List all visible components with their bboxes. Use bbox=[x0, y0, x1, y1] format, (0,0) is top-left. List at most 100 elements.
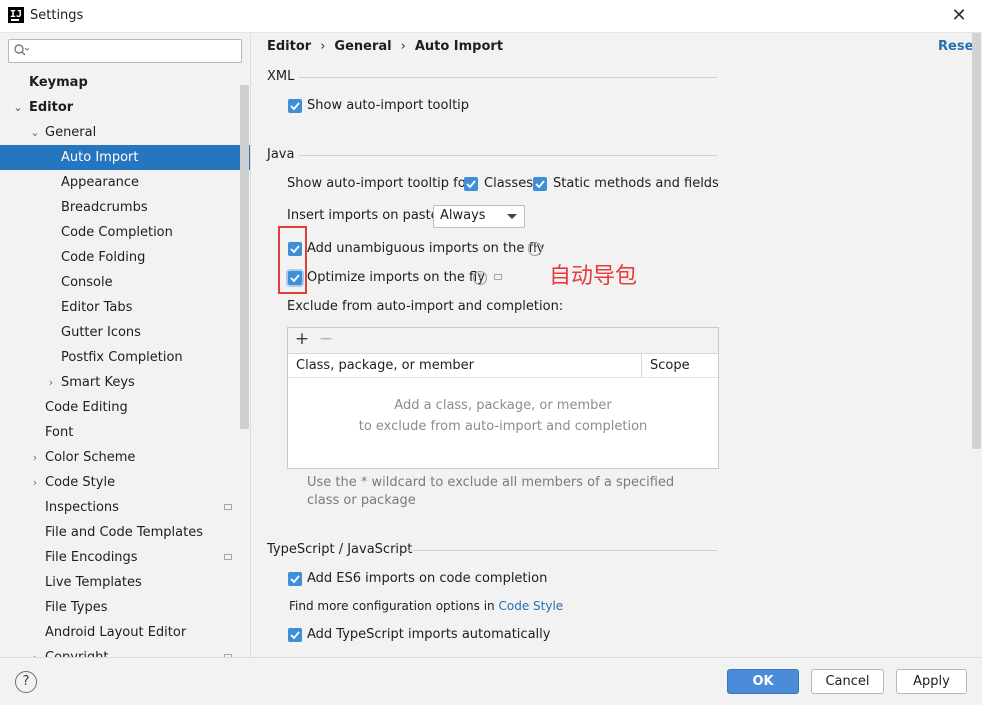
sidebar-item-label: Code Completion bbox=[61, 225, 173, 240]
show-tooltip-xml-checkbox[interactable] bbox=[288, 99, 302, 113]
search-icon bbox=[14, 44, 29, 56]
chevron-right-icon[interactable]: › bbox=[29, 445, 41, 470]
tooltip-for-label: Show auto-import tooltip for: bbox=[287, 176, 476, 191]
remove-icon[interactable]: − bbox=[318, 329, 334, 349]
sidebar-item-label: Color Scheme bbox=[45, 450, 136, 465]
sidebar-item-label: Android Layout Editor bbox=[45, 625, 187, 640]
sidebar-item-label: Inspections bbox=[45, 500, 119, 515]
sidebar-item-code-editing[interactable]: Code Editing bbox=[0, 395, 250, 420]
dialog-button-bar: ? OK Cancel Apply bbox=[0, 657, 982, 705]
breadcrumb-item-auto-import: Auto Import bbox=[414, 39, 504, 54]
sidebar-item-label: Breadcrumbs bbox=[61, 200, 148, 215]
sidebar-item-color-scheme[interactable]: › Color Scheme bbox=[0, 445, 250, 470]
annotation-highlight-box bbox=[278, 226, 307, 294]
sidebar-item-editor-tabs[interactable]: Editor Tabs bbox=[0, 295, 250, 320]
sidebar-item-label: Appearance bbox=[61, 175, 140, 190]
sidebar-item-live-templates[interactable]: Live Templates bbox=[0, 570, 250, 595]
section-divider bbox=[299, 77, 717, 78]
static-methods-label: Static methods and fields bbox=[553, 176, 719, 191]
window-title: Settings bbox=[30, 8, 84, 23]
sidebar-item-android-layout-editor[interactable]: Android Layout Editor bbox=[0, 620, 250, 645]
code-style-link[interactable]: Code Style bbox=[499, 599, 564, 613]
sidebar-scrollbar[interactable] bbox=[240, 85, 249, 429]
sidebar-item-file-encodings[interactable]: File Encodings bbox=[0, 545, 250, 570]
sidebar-item-code-style[interactable]: › Code Style bbox=[0, 470, 250, 495]
optimize-imports-label: Optimize imports on the fly bbox=[307, 270, 485, 285]
sidebar-item-auto-import[interactable]: Auto Import bbox=[0, 145, 250, 170]
checkmark-icon bbox=[290, 631, 300, 640]
settings-sidebar: Keymap ⌄ Editor ⌄ General Auto Import Appearan… bbox=[0, 33, 250, 657]
es6-imports-checkbox[interactable] bbox=[288, 572, 302, 586]
sidebar-item-gutter-icons[interactable]: Gutter Icons bbox=[0, 320, 250, 345]
sidebar-item-general[interactable]: ⌄ General bbox=[0, 120, 250, 145]
add-unambiguous-label: Add unambiguous imports on the fly bbox=[307, 241, 545, 256]
sidebar-item-code-completion[interactable]: Code Completion bbox=[0, 220, 250, 245]
add-icon[interactable]: + bbox=[294, 329, 310, 349]
sidebar-item-postfix-completion[interactable]: Postfix Completion bbox=[0, 345, 250, 370]
column-separator bbox=[641, 354, 642, 377]
ts-imports-checkbox[interactable] bbox=[288, 628, 302, 642]
breadcrumb-item-editor: Editor bbox=[267, 39, 312, 54]
title-bar: IJ Settings ✕ bbox=[0, 0, 982, 33]
sidebar-item-console[interactable]: Console bbox=[0, 270, 250, 295]
sidebar-item-label: Smart Keys bbox=[61, 375, 135, 390]
sidebar-item-breadcrumbs[interactable]: Breadcrumbs bbox=[0, 195, 250, 220]
exclude-label: Exclude from auto-import and completion: bbox=[287, 299, 564, 314]
checkmark-icon bbox=[535, 180, 545, 189]
sidebar-item-inspections[interactable]: Inspections bbox=[0, 495, 250, 520]
chevron-right-icon[interactable]: › bbox=[45, 370, 57, 395]
cancel-button[interactable]: Cancel bbox=[811, 669, 884, 694]
apply-button[interactable]: Apply bbox=[896, 669, 967, 694]
sidebar-item-appearance[interactable]: Appearance bbox=[0, 170, 250, 195]
sidebar-item-label: Editor bbox=[29, 100, 74, 115]
chevron-down-icon[interactable]: ⌄ bbox=[29, 120, 41, 145]
sidebar-item-file-types[interactable]: File Types bbox=[0, 595, 250, 620]
ok-button[interactable]: OK bbox=[727, 669, 799, 694]
checkmark-icon bbox=[290, 575, 300, 584]
chevron-down-icon[interactable]: ⌄ bbox=[12, 95, 24, 120]
column-header-class[interactable]: Class, package, or member bbox=[296, 358, 474, 373]
breadcrumb-separator: › bbox=[400, 39, 406, 54]
section-divider bbox=[407, 550, 717, 551]
chevron-right-icon[interactable]: › bbox=[29, 645, 41, 657]
search-input[interactable] bbox=[8, 39, 242, 63]
sidebar-item-font[interactable]: Font bbox=[0, 420, 250, 445]
project-scope-icon bbox=[224, 504, 232, 510]
insert-on-paste-select[interactable]: Always bbox=[433, 205, 525, 228]
sidebar-item-label: Editor Tabs bbox=[61, 300, 133, 315]
help-icon[interactable]: ? bbox=[528, 242, 542, 256]
sidebar-item-label: Code Style bbox=[45, 475, 116, 490]
sidebar-item-label: Auto Import bbox=[61, 150, 139, 165]
sidebar-item-label: Code Editing bbox=[45, 400, 128, 415]
table-toolbar: + − bbox=[288, 328, 718, 354]
sidebar-item-keymap[interactable]: Keymap bbox=[0, 70, 250, 95]
sidebar-item-label: File Types bbox=[45, 600, 108, 615]
classes-checkbox[interactable] bbox=[464, 177, 478, 191]
help-icon[interactable]: ? bbox=[473, 271, 487, 285]
insert-on-paste-label: Insert imports on paste: bbox=[287, 208, 444, 223]
breadcrumb-separator: › bbox=[320, 39, 326, 54]
sidebar-item-code-folding[interactable]: Code Folding bbox=[0, 245, 250, 270]
section-title-xml: XML bbox=[267, 69, 295, 84]
more-options-text: Find more configuration options in Code … bbox=[289, 599, 563, 613]
more-options-prefix: Find more configuration options in bbox=[289, 599, 495, 613]
static-methods-checkbox[interactable] bbox=[533, 177, 547, 191]
main-scrollbar[interactable] bbox=[972, 33, 981, 449]
chevron-right-icon[interactable]: › bbox=[29, 470, 41, 495]
sidebar-item-copyright[interactable]: › Copyright bbox=[0, 645, 250, 657]
settings-main-panel: Editor › General › Auto Import Reset XML Sho… bbox=[251, 33, 982, 657]
sidebar-item-label: Console bbox=[61, 275, 113, 290]
close-icon[interactable]: ✕ bbox=[947, 4, 971, 28]
sidebar-item-file-and-code-templates[interactable]: File and Code Templates bbox=[0, 520, 250, 545]
chevron-down-icon bbox=[507, 214, 517, 219]
sidebar-item-smart-keys[interactable]: › Smart Keys bbox=[0, 370, 250, 395]
sidebar-item-editor[interactable]: ⌄ Editor bbox=[0, 95, 250, 120]
sidebar-item-label: Copyright bbox=[45, 645, 109, 657]
ts-imports-label: Add TypeScript imports automatically bbox=[307, 627, 551, 642]
breadcrumb-item-general: General bbox=[334, 39, 392, 54]
help-button[interactable]: ? bbox=[15, 671, 37, 693]
insert-on-paste-value: Always bbox=[440, 208, 486, 223]
sidebar-item-label: Gutter Icons bbox=[61, 325, 141, 340]
sidebar-item-label: File Encodings bbox=[45, 550, 138, 565]
column-header-scope[interactable]: Scope bbox=[650, 358, 690, 373]
